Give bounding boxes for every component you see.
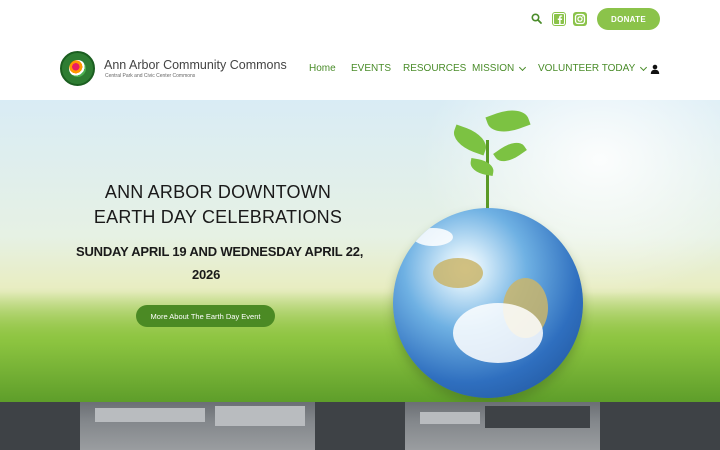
search-icon[interactable] xyxy=(530,12,544,26)
donate-button[interactable]: DONATE xyxy=(597,8,660,30)
chevron-down-icon xyxy=(519,63,527,71)
hero-date-line: SUNDAY APRIL 19 AND WEDNESDAY APRIL 22, xyxy=(76,244,364,259)
site-logo[interactable] xyxy=(60,51,95,86)
hero-date-line: 2026 xyxy=(192,267,221,282)
instagram-icon[interactable] xyxy=(573,12,587,26)
grass-field xyxy=(0,292,720,402)
nav-label: RESOURCES xyxy=(403,63,467,74)
building-roof xyxy=(0,402,80,450)
globe-cloud xyxy=(453,303,543,363)
aerial-photo-strip xyxy=(0,402,720,450)
site-header: Ann Arbor Community Commons Central Park… xyxy=(0,38,720,100)
hero-date: SUNDAY APRIL 19 AND WEDNESDAY APRIL 22, … xyxy=(60,240,410,286)
hero-heading: ANN ARBOR DOWNTOWN EARTH DAY CELEBRATION… xyxy=(60,180,376,230)
nav-item-mission[interactable]: MISSION xyxy=(472,63,527,74)
hero-heading-line: EARTH DAY CELEBRATIONS xyxy=(93,207,343,227)
logo-emblem xyxy=(69,60,86,77)
building-roof xyxy=(315,402,405,450)
nav-item-home[interactable]: Home xyxy=(309,63,336,74)
utility-bar: DONATE xyxy=(0,0,720,38)
site-tagline: Central Park and Civic Center Commons xyxy=(105,73,196,79)
globe-land xyxy=(433,258,483,288)
building-roof xyxy=(95,408,205,422)
globe-cloud xyxy=(413,228,453,246)
nav-item-resources[interactable]: RESOURCES xyxy=(403,63,466,74)
building-roof xyxy=(420,412,480,424)
site-title[interactable]: Ann Arbor Community Commons xyxy=(104,58,287,72)
hero-banner: ANN ARBOR DOWNTOWN EARTH DAY CELEBRATION… xyxy=(0,100,720,402)
building-roof xyxy=(215,406,305,426)
hero-heading-line: ANN ARBOR DOWNTOWN xyxy=(104,182,332,202)
user-icon[interactable] xyxy=(650,64,660,74)
facebook-icon[interactable] xyxy=(552,12,566,26)
nav-item-volunteer-today[interactable]: VOLUNTEER TODAY xyxy=(538,63,648,74)
earth-globe-image xyxy=(393,208,583,398)
nav-label: MISSION xyxy=(472,63,515,74)
nav-label: EVENTS xyxy=(351,63,392,74)
nav-label: Home xyxy=(309,63,336,74)
building-roof xyxy=(485,406,590,428)
earth-day-event-button[interactable]: More About The Earth Day Event xyxy=(136,305,275,327)
nav-item-events[interactable]: EVENTS xyxy=(351,63,391,74)
nav-label: VOLUNTEER TODAY xyxy=(538,63,636,74)
building-roof xyxy=(600,402,720,450)
chevron-down-icon xyxy=(640,63,648,71)
